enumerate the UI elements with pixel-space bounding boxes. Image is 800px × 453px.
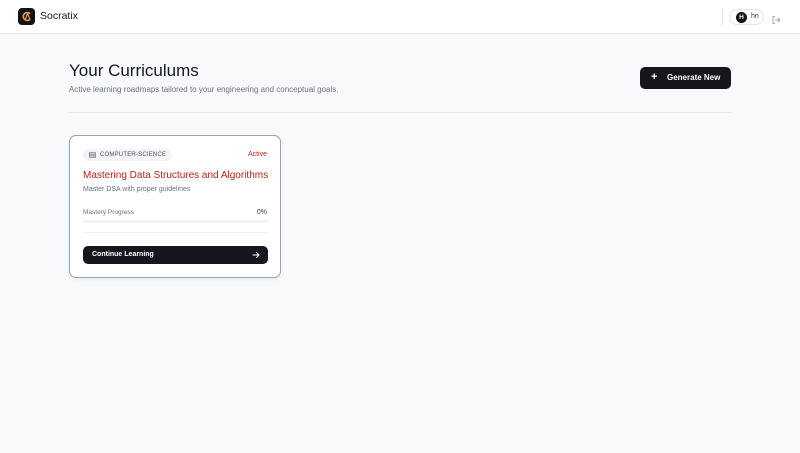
category-badge: COMPUTER-SCIENCE <box>83 149 173 161</box>
avatar: H <box>736 12 747 23</box>
top-bar: Socratix H hn <box>0 0 800 34</box>
progress-percent: 0% <box>256 209 267 216</box>
stack-icon <box>89 152 96 158</box>
generate-new-label: Generate New <box>667 73 721 82</box>
curriculum-card[interactable]: COMPUTER-SCIENCE Active Mastering Data S… <box>69 135 281 278</box>
card-description: Master DSA with proper guidelines <box>83 186 191 193</box>
logout-icon[interactable] <box>771 12 781 24</box>
generate-new-button[interactable]: + Generate New <box>640 67 731 89</box>
page-title: Your Curriculums <box>69 61 199 80</box>
logo-icon[interactable] <box>18 8 35 25</box>
continue-learning-button[interactable]: Continue Learning <box>83 246 268 264</box>
plus-icon: + <box>651 71 658 83</box>
card-title[interactable]: Mastering Data Structures and Algorithms <box>83 170 268 181</box>
progress-label: Mastery Progress <box>83 209 134 216</box>
card-divider <box>83 232 268 233</box>
progress-bar <box>83 220 268 223</box>
user-name: hn <box>751 13 759 20</box>
arrow-right-icon <box>252 251 260 259</box>
header-divider <box>722 8 723 26</box>
page-subtitle: Active learning roadmaps tailored to you… <box>69 85 339 94</box>
status-badge: Active <box>247 151 267 158</box>
section-divider <box>69 112 731 113</box>
brand-name[interactable]: Socratix <box>40 10 78 22</box>
category-label: COMPUTER-SCIENCE <box>100 152 167 158</box>
continue-learning-label: Continue Learning <box>92 251 154 258</box>
user-menu-button[interactable]: H hn <box>729 9 764 25</box>
